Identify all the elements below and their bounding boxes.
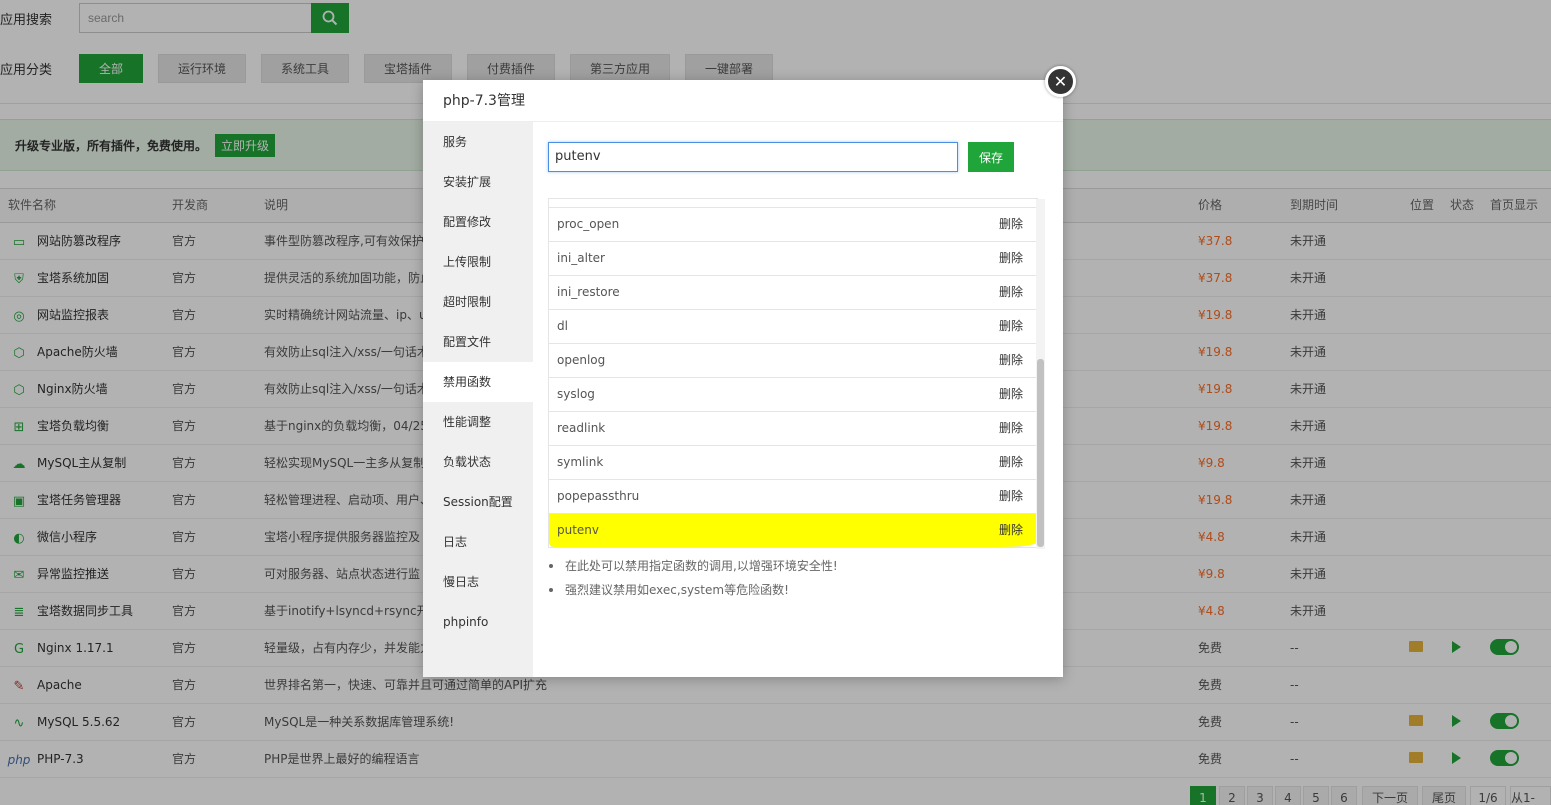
dialog-menu-item[interactable]: 安装扩展: [423, 162, 533, 202]
function-name: ini_alter: [557, 251, 605, 265]
function-name: dl: [557, 319, 568, 333]
function-name-input[interactable]: putenv: [548, 142, 958, 172]
tip-item: 强烈建议禁用如exec,system等危险函数!: [548, 578, 1048, 602]
function-name: readlink: [557, 421, 606, 435]
delete-link[interactable]: 删除: [999, 242, 1023, 275]
dialog-menu-item[interactable]: phpinfo: [423, 602, 533, 642]
close-icon[interactable]: ✕: [1045, 66, 1076, 97]
list-item: openlog 删除: [549, 344, 1037, 378]
dialog-menu-item[interactable]: 上传限制: [423, 242, 533, 282]
list-row-partial: [549, 199, 1037, 208]
function-name: putenv: [557, 523, 600, 537]
dialog-title: php-7.3管理: [423, 80, 1063, 122]
list-item: proc_open 删除: [549, 208, 1037, 242]
list-item: readlink 删除: [549, 412, 1037, 446]
delete-link[interactable]: 删除: [999, 276, 1023, 309]
function-name: openlog: [557, 353, 606, 367]
delete-link[interactable]: 删除: [999, 514, 1023, 547]
dialog-menu-item[interactable]: 负载状态: [423, 442, 533, 482]
dialog-menu-item[interactable]: 超时限制: [423, 282, 533, 322]
tip-item: 在此处可以禁用指定函数的调用,以增强环境安全性!: [548, 554, 1048, 578]
dialog-menu-item[interactable]: 日志: [423, 522, 533, 562]
list-item: syslog 删除: [549, 378, 1037, 412]
list-item: ini_alter 删除: [549, 242, 1037, 276]
dialog-sidebar: 服务 安装扩展 配置修改 上传限制 超时限制 配置文件 禁用函数 性能调整 负载状态 Sessio…: [423, 122, 533, 677]
help-tips: 在此处可以禁用指定函数的调用,以增强环境安全性! 强烈建议禁用如exec,sys…: [548, 554, 1048, 602]
php-manage-dialog: php-7.3管理 服务 安装扩展 配置修改 上传限制 超时限制 配置文件 禁用函数 性能调整…: [423, 80, 1063, 677]
dialog-menu-item[interactable]: 慢日志: [423, 562, 533, 602]
save-button[interactable]: 保存: [968, 142, 1014, 172]
delete-link[interactable]: 删除: [999, 412, 1023, 445]
function-name: popepassthru: [557, 489, 640, 503]
disabled-function-list: proc_open 删除 ini_alter 删除 ini_restore 删除 dl 删除 o…: [548, 198, 1038, 548]
function-name: ini_restore: [557, 285, 620, 299]
scrollbar-thumb[interactable]: [1037, 359, 1044, 547]
delete-link[interactable]: 删除: [999, 208, 1023, 241]
delete-link[interactable]: 删除: [999, 310, 1023, 343]
list-item: dl 删除: [549, 310, 1037, 344]
dialog-menu-item[interactable]: 配置修改: [423, 202, 533, 242]
delete-link[interactable]: 删除: [999, 344, 1023, 377]
function-name: proc_open: [557, 217, 620, 231]
dialog-menu-item[interactable]: 配置文件: [423, 322, 533, 362]
dialog-menu-item[interactable]: 服务: [423, 122, 533, 162]
function-name: syslog: [557, 387, 595, 401]
delete-link[interactable]: 删除: [999, 480, 1023, 513]
disabled-functions-panel: putenv 保存 proc_open 删除 ini_alter 删除 ini_rest…: [533, 122, 1063, 677]
dialog-menu-item[interactable]: Session配置: [423, 482, 533, 522]
dialog-menu-item[interactable]: 性能调整: [423, 402, 533, 442]
list-scrollbar[interactable]: [1036, 199, 1045, 549]
list-item: symlink 删除: [549, 446, 1037, 480]
dialog-menu-item[interactable]: 禁用函数: [423, 362, 533, 402]
list-item: popepassthru 删除: [549, 480, 1037, 514]
list-item: putenv 删除: [549, 514, 1037, 547]
delete-link[interactable]: 删除: [999, 378, 1023, 411]
delete-link[interactable]: 删除: [999, 446, 1023, 479]
list-item: ini_restore 删除: [549, 276, 1037, 310]
function-name: symlink: [557, 455, 604, 469]
